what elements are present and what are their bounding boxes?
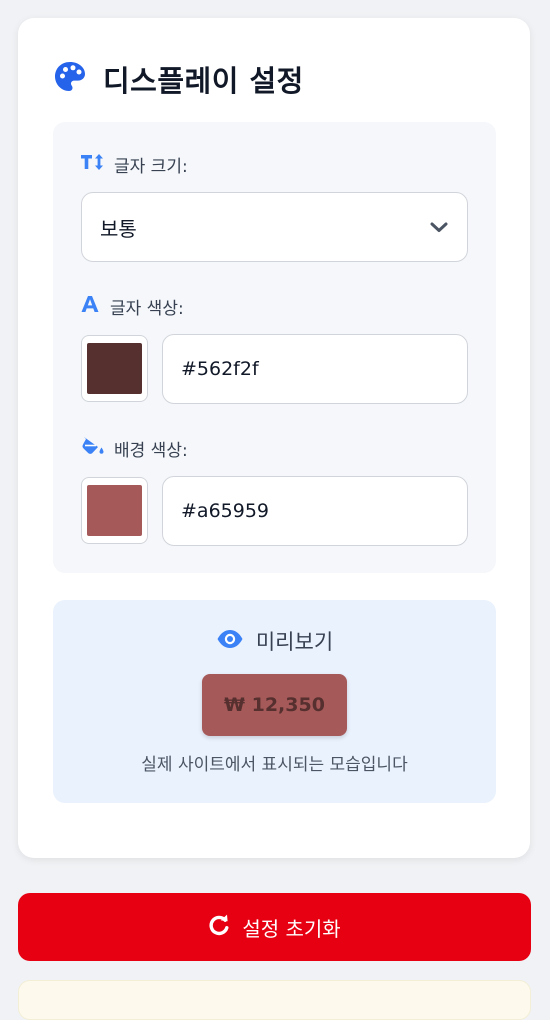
preview-panel: 미리보기 ₩ 12,350 실제 사이트에서 표시되는 모습입니다 bbox=[53, 600, 496, 803]
eye-icon bbox=[216, 629, 244, 654]
font-size-label-row: 글자 크기: bbox=[80, 152, 188, 177]
display-settings-card: 디스플레이 설정 글자 크기: 보통 글자 색상: #562f2f 배경 색상:… bbox=[18, 18, 530, 858]
reset-button-label: 설정 초기화 bbox=[242, 916, 341, 941]
bg-color-label: 배경 색상: bbox=[114, 441, 188, 461]
font-color-swatch[interactable] bbox=[81, 335, 148, 402]
font-color-swatch-fill bbox=[87, 343, 142, 394]
bg-color-swatch[interactable] bbox=[81, 477, 148, 544]
font-color-label: 글자 색상: bbox=[110, 299, 184, 319]
reset-icon bbox=[208, 914, 230, 941]
text-size-icon bbox=[80, 153, 104, 176]
chevron-down-icon bbox=[429, 215, 449, 239]
font-size-label: 글자 크기: bbox=[114, 157, 188, 177]
preview-title: 미리보기 bbox=[255, 630, 334, 654]
bg-color-swatch-fill bbox=[87, 485, 142, 536]
bg-color-label-row: 배경 색상: bbox=[80, 436, 188, 461]
font-color-hex-input[interactable] bbox=[162, 334, 468, 404]
preview-caption: 실제 사이트에서 표시되는 모습입니다 bbox=[141, 755, 408, 775]
settings-panel: 글자 크기: 보통 글자 색상: #562f2f 배경 색상: #a65959 bbox=[53, 122, 496, 573]
font-size-select[interactable]: 보통 bbox=[81, 192, 468, 262]
font-color-label-row: 글자 색상: bbox=[80, 294, 184, 319]
preview-sample-chip: ₩ 12,350 bbox=[202, 674, 347, 736]
paint-bucket-icon bbox=[80, 436, 104, 461]
font-a-icon bbox=[80, 295, 100, 318]
page-title: 디스플레이 설정 bbox=[103, 64, 304, 98]
font-size-selected-value: 보통 bbox=[100, 216, 137, 241]
next-section-card bbox=[18, 980, 531, 1020]
bg-color-hex-input[interactable] bbox=[162, 476, 468, 546]
card-header: 디스플레이 설정 bbox=[53, 58, 304, 100]
palette-icon bbox=[53, 60, 87, 98]
reset-settings-button[interactable]: 설정 초기화 bbox=[18, 893, 531, 961]
preview-title-row: 미리보기 bbox=[53, 626, 496, 656]
